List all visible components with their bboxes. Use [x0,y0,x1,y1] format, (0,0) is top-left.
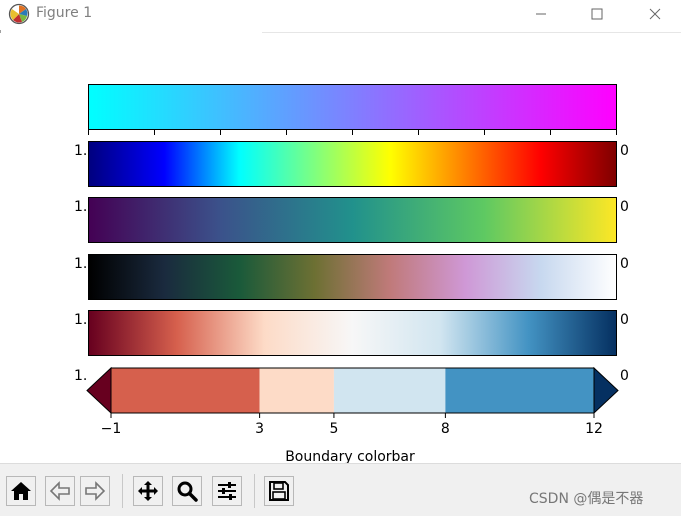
title-bar: Figure 1 [0,0,681,30]
boundary-segment [445,368,594,413]
move-icon [138,481,158,501]
colorbar-jet [88,141,617,187]
tick-label: 3 [255,421,265,437]
tick-label: 12 [585,421,603,437]
close-icon [649,8,661,20]
colorbar-left-label: 1. [74,256,88,272]
minimize-icon [536,13,546,15]
tick-mark [286,130,287,135]
arrow-right-icon [85,481,106,501]
close-button[interactable] [632,0,678,28]
zoom-button[interactable] [172,476,202,506]
boundary-segment [333,368,446,413]
maximize-icon [591,8,603,20]
colorbar-cool [88,84,617,130]
tick-mark [352,130,353,135]
tick-mark [550,130,551,135]
boundary-segment [259,368,334,413]
maximize-button[interactable] [574,0,620,28]
tick-mark [484,130,485,135]
save-icon [269,481,289,501]
tick-mark [88,130,89,135]
arrow-left-icon [49,481,70,501]
toolbar: CSDN @偶是不器 [0,463,681,516]
figure-canvas[interactable]: 1. 0 1. 0 1. 0 1. 0 1. 0 Boundary colorb… [0,33,681,465]
colorbar-rdbu [88,310,617,356]
toolbar-separator [122,474,123,508]
matplotlib-logo-icon [8,3,30,25]
save-button[interactable] [264,476,294,506]
tick-label: −1 [100,421,122,437]
configure-subplots-button[interactable] [212,476,242,506]
colorbar-cubehelix [88,254,617,300]
search-icon [177,481,198,502]
colorbar-right-label: 0 [620,368,629,384]
back-button[interactable] [45,476,75,506]
boundary-segment [111,368,260,413]
colorbar-left-label: 1. [74,143,88,159]
window-title: Figure 1 [36,5,93,21]
sliders-icon [218,482,236,500]
watermark-text: CSDN @偶是不器 [529,491,644,507]
tick-mark [220,130,221,135]
home-button[interactable] [6,476,36,506]
tick-mark [616,130,617,135]
tick-mark [418,130,419,135]
tick-label: 8 [440,421,450,437]
colorbar-right-label: 0 [620,256,629,272]
tick-mark [154,130,155,135]
colorbar-left-label: 1. [74,199,88,215]
colorbar-viridis [88,197,617,243]
extend-max-triangle [593,366,619,415]
tick-label: 5 [329,421,339,437]
toolbar-separator [254,474,255,508]
home-icon [11,482,31,500]
colorbar-right-label: 0 [620,143,629,159]
pan-button[interactable] [133,476,163,506]
minimize-button[interactable] [518,0,564,28]
colorbar-left-label: 1. [74,312,88,328]
colorbar-right-label: 0 [620,312,629,328]
colorbar-right-label: 0 [620,199,629,215]
extend-min-triangle [86,366,112,415]
forward-button[interactable] [80,476,110,506]
boundary-colorbar [86,366,619,418]
